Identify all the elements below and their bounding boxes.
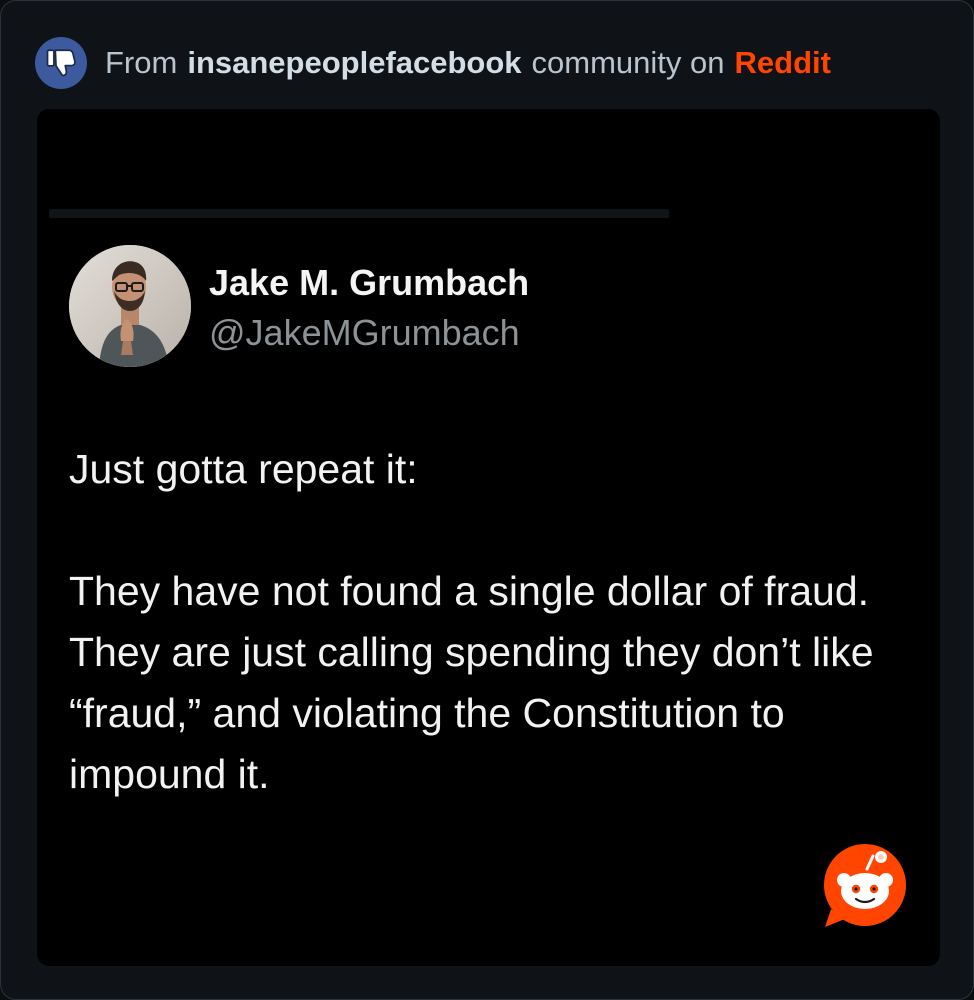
thumbs-down-icon	[35, 37, 87, 89]
author-name[interactable]: Jake M. Grumbach	[209, 263, 529, 303]
community-link[interactable]: insanepeoplefacebook	[187, 45, 521, 81]
post-image[interactable]: Jake M. Grumbach @JakeMGrumbach Just got…	[37, 109, 940, 966]
post-paragraph-1: Just gotta repeat it:	[69, 446, 418, 492]
author-block[interactable]: Jake M. Grumbach @JakeMGrumbach	[209, 263, 529, 353]
reddit-snoo-icon	[821, 843, 909, 933]
avatar	[69, 245, 191, 367]
header-prefix: From	[105, 45, 178, 80]
divider	[49, 209, 669, 218]
shared-post-card: From insanepeoplefacebook community on R…	[0, 0, 974, 1000]
post-paragraph-2: They have not found a single dollar of f…	[69, 568, 874, 797]
author-handle[interactable]: @JakeMGrumbach	[209, 313, 529, 353]
reddit-link[interactable]: Reddit	[735, 45, 831, 81]
source-header[interactable]: From insanepeoplefacebook community on R…	[35, 35, 831, 91]
post-body: Just gotta repeat it: They have not foun…	[69, 439, 919, 805]
header-middle: community on	[531, 45, 725, 80]
